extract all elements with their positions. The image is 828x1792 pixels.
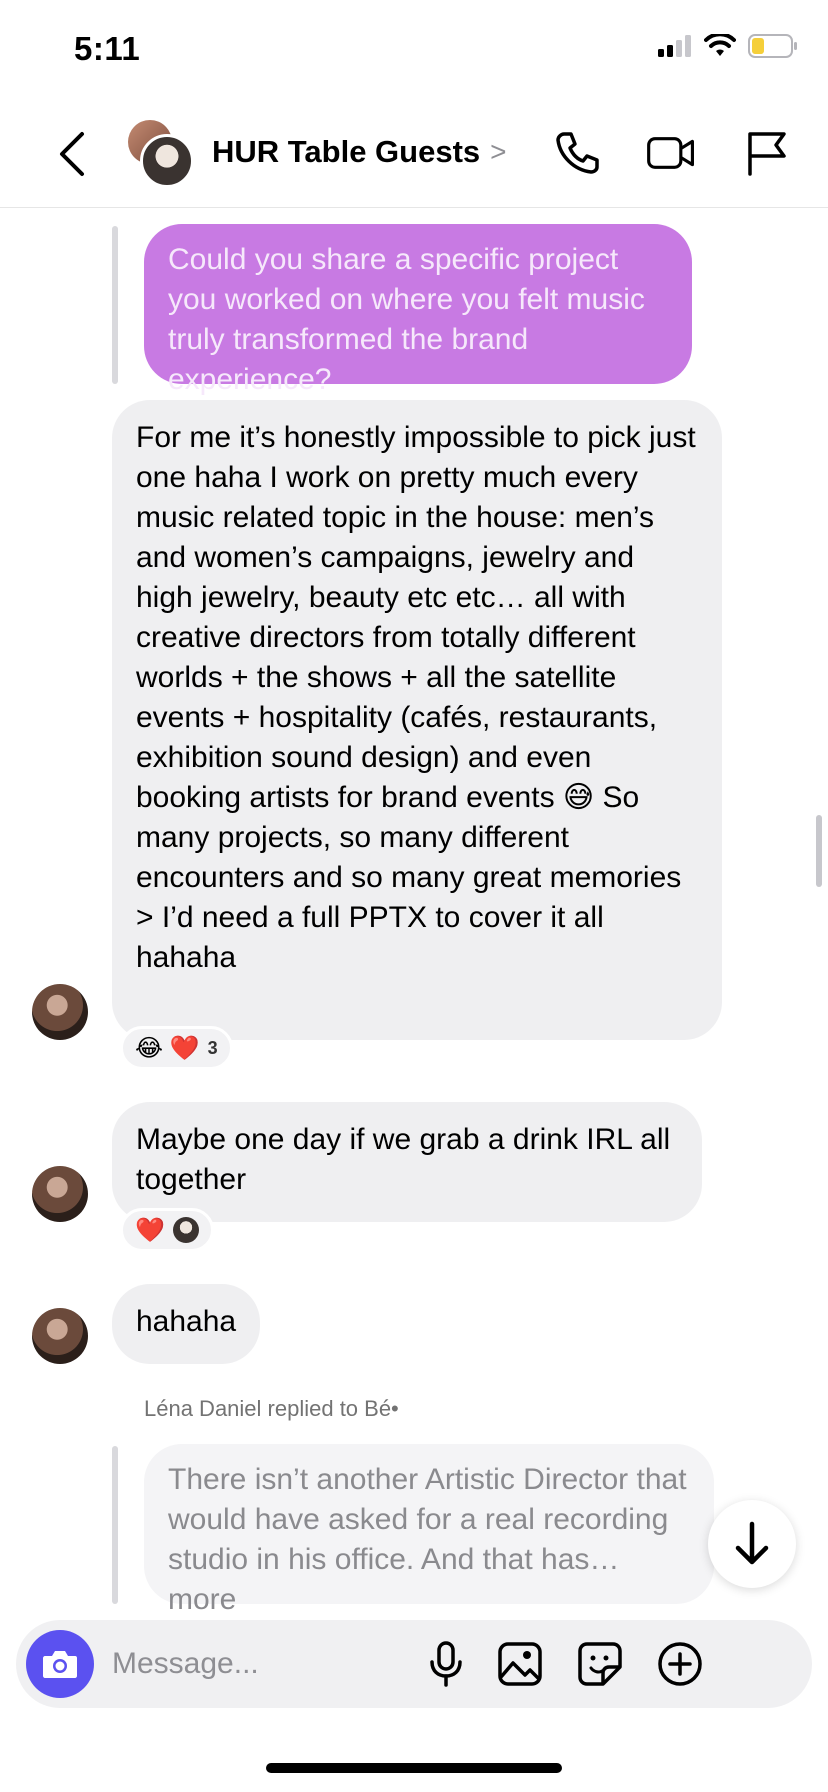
sticker-button[interactable] <box>574 1638 626 1690</box>
back-chevron-icon[interactable] <box>52 126 92 182</box>
reaction-count: 3 <box>207 1037 218 1058</box>
reactor-avatar <box>172 1217 199 1243</box>
reply-quote-bar <box>112 1446 118 1604</box>
microphone-icon <box>430 1641 462 1687</box>
camera-button[interactable] <box>26 1630 94 1698</box>
sticker-icon <box>578 1642 622 1686</box>
message-bubble[interactable]: hahaha <box>112 1284 261 1364</box>
message-bubble[interactable]: For me it’s honestly impossible to pick … <box>112 400 722 1040</box>
avatar <box>140 134 194 188</box>
status-time: 5:11 <box>74 30 141 67</box>
flag-icon[interactable] <box>742 128 792 178</box>
message-bubble[interactable]: Maybe one day if we grab a drink IRL all… <box>112 1102 702 1222</box>
avatar[interactable] <box>32 984 88 1040</box>
microphone-button[interactable] <box>420 1638 472 1690</box>
chevron-right-icon: > <box>490 136 507 167</box>
group-avatar[interactable] <box>128 120 194 188</box>
avatar[interactable] <box>32 1308 88 1364</box>
thread-title[interactable]: HUR Table Guests > <box>212 134 507 170</box>
plus-circle-icon <box>658 1642 702 1686</box>
video-camera-icon[interactable] <box>646 128 696 178</box>
arrow-down-icon <box>735 1521 769 1565</box>
thread-header: HUR Table Guests > <box>0 100 828 208</box>
home-indicator <box>266 1763 562 1773</box>
message-reactions[interactable]: ❤️ <box>120 1208 214 1252</box>
status-icons <box>658 34 798 58</box>
scrollbar[interactable] <box>816 815 822 887</box>
gallery-button[interactable] <box>494 1638 546 1690</box>
reply-context-label: Léna Daniel replied to Bé• <box>144 1396 399 1421</box>
message-composer <box>16 1620 812 1708</box>
message-text: Maybe one day if we grab a drink IRL all… <box>136 1123 671 1196</box>
quoted-reply-bubble[interactable]: There isn’t another Artistic Director th… <box>144 1444 714 1616</box>
quoted-message-bubble[interactable]: Could you share a specific project you w… <box>144 224 692 396</box>
reaction-emojis: 😂 ❤️ <box>135 1034 200 1062</box>
message-text: hahaha <box>136 1305 237 1338</box>
scroll-to-bottom-button[interactable] <box>708 1500 796 1588</box>
image-icon <box>498 1642 542 1686</box>
more-button[interactable] <box>654 1638 706 1690</box>
message-input[interactable] <box>112 1638 472 1690</box>
phone-icon[interactable] <box>552 128 602 178</box>
reply-quote-bar <box>112 226 118 384</box>
reaction-emojis: ❤️ <box>135 1216 165 1244</box>
cellular-signal-icon <box>658 35 691 57</box>
thread-title-text: HUR Table Guests <box>212 134 481 169</box>
message-text: For me it’s honestly impossible to pick … <box>136 421 696 974</box>
status-bar: 5:11 <box>0 0 828 100</box>
quoted-reply-text: There isn’t another Artistic Director th… <box>168 1463 687 1616</box>
camera-icon <box>43 1651 77 1678</box>
quoted-message-text: Could you share a specific project you w… <box>168 243 645 396</box>
avatar[interactable] <box>32 1166 88 1222</box>
battery-icon <box>748 34 797 58</box>
wifi-icon <box>704 34 736 56</box>
message-reactions[interactable]: 😂 ❤️ 3 <box>120 1026 233 1070</box>
